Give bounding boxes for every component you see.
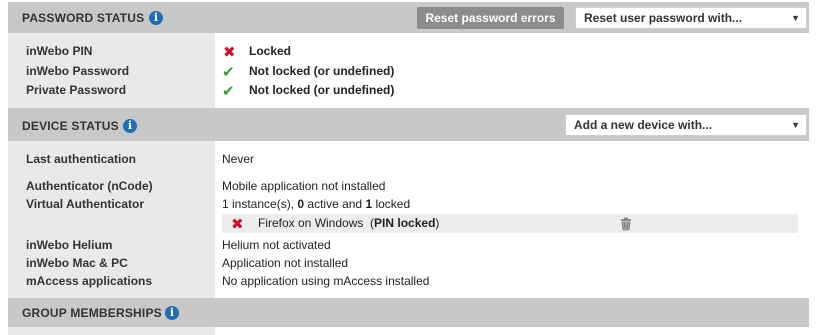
device-status-info-icon[interactable]: i	[123, 119, 137, 133]
device-entry-row: ✖ Firefox on Windows (PIN locked)	[222, 214, 798, 233]
instance-count-text: 1 instance(s),	[222, 197, 298, 211]
group-memberships-header: GROUP MEMBERSHIPS i	[8, 298, 809, 327]
password-status-header: PASSWORD STATUS i Reset password errors …	[8, 2, 809, 33]
last-authentication-value: Never	[222, 152, 255, 166]
last-authentication-label: Last authentication	[26, 152, 137, 166]
reset-password-errors-button[interactable]: Reset password errors	[417, 7, 564, 29]
inwebo-helium-value: Helium not activated	[222, 238, 331, 252]
chevron-down-icon: ▼	[791, 13, 800, 23]
trash-icon[interactable]	[619, 217, 633, 231]
password-status-info-icon[interactable]: i	[149, 11, 163, 25]
check-icon: ✔	[222, 82, 235, 100]
group-memberships-title: GROUP MEMBERSHIPS	[22, 306, 162, 320]
active-and-text: active and	[304, 197, 366, 211]
device-status-title: DEVICE STATUS	[22, 119, 119, 133]
private-password-label: Private Password	[26, 83, 127, 97]
password-status-title: PASSWORD STATUS	[22, 11, 145, 25]
locked-text: locked	[372, 197, 411, 211]
device-status-header: DEVICE STATUS i Add a new device with...…	[8, 108, 809, 141]
add-device-select-label: Add a new device with...	[574, 118, 713, 132]
trash-icon-svg	[621, 217, 631, 231]
inwebo-password-status: Not locked (or undefined)	[249, 64, 395, 78]
cross-icon: ✖	[223, 43, 236, 61]
group-memberships-label-column	[8, 327, 215, 335]
inwebo-helium-label: inWebo Helium	[26, 238, 113, 252]
reset-user-password-select-label: Reset user password with...	[584, 11, 743, 25]
inwebo-mac-pc-value: Application not installed	[222, 256, 349, 270]
virtual-authenticator-value: 1 instance(s), 0 active and 1 locked	[222, 197, 410, 211]
cross-icon: ✖	[231, 215, 244, 233]
device-name: Firefox on Windows	[258, 216, 364, 230]
reset-user-password-select[interactable]: Reset user password with... ▼	[575, 7, 807, 29]
inwebo-password-label: inWebo Password	[26, 64, 130, 78]
device-pin-status: PIN locked	[374, 216, 436, 230]
authenticator-ncode-label: Authenticator (nCode)	[26, 179, 153, 193]
add-device-select[interactable]: Add a new device with... ▼	[565, 114, 807, 136]
authenticator-ncode-value: Mobile application not installed	[222, 179, 386, 193]
device-entry-text: Firefox on Windows (PIN locked)	[258, 216, 439, 230]
inwebo-mac-pc-label: inWebo Mac & PC	[26, 256, 128, 270]
maccess-applications-value: No application using mAccess installed	[222, 274, 430, 288]
group-memberships-info-icon[interactable]: i	[165, 306, 179, 320]
chevron-down-icon: ▼	[791, 120, 800, 130]
virtual-authenticator-label: Virtual Authenticator	[26, 197, 145, 211]
check-icon: ✔	[222, 63, 235, 81]
private-password-status: Not locked (or undefined)	[249, 83, 395, 97]
device-status-close-paren: )	[435, 216, 440, 230]
maccess-applications-label: mAccess applications	[26, 274, 153, 288]
inwebo-pin-label: inWebo PIN	[26, 44, 93, 58]
inwebo-pin-status: Locked	[249, 44, 292, 58]
